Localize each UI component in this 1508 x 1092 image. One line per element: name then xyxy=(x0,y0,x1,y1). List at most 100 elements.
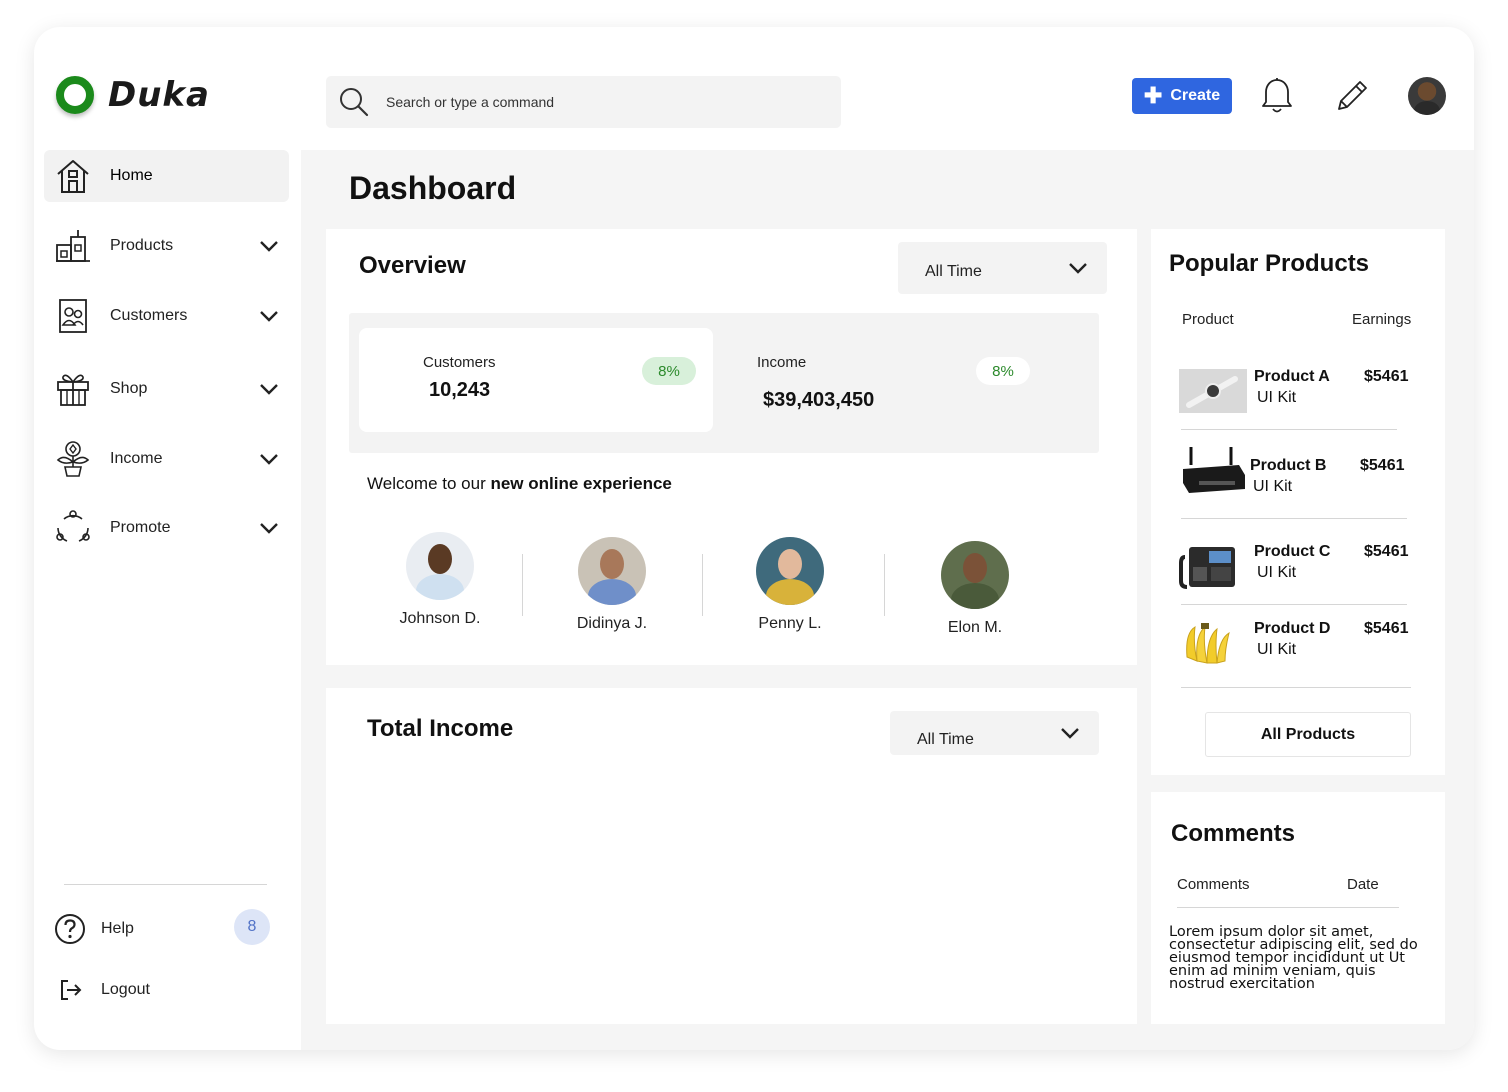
search-input[interactable] xyxy=(386,94,806,110)
sidebar-item-home[interactable]: Home xyxy=(44,150,289,202)
create-button[interactable]: ✚ Create xyxy=(1132,78,1232,114)
product-name: Product B xyxy=(1250,457,1327,474)
product-name: Product A xyxy=(1254,368,1330,385)
chevron-down-icon[interactable] xyxy=(258,239,280,253)
user-avatar[interactable] xyxy=(1408,77,1446,115)
column-header-comments: Comments xyxy=(1177,876,1250,893)
product-subtitle: UI Kit xyxy=(1257,389,1297,406)
divider xyxy=(1181,687,1411,688)
sidebar-item-label: Home xyxy=(110,167,153,184)
sidebar-item-label: Customers xyxy=(110,307,188,324)
logo[interactable]: Duka xyxy=(56,75,210,115)
divider xyxy=(522,554,523,616)
all-products-button[interactable]: All Products xyxy=(1205,712,1411,757)
divider xyxy=(1181,604,1407,605)
income-stat-value: $39,403,450 xyxy=(763,389,875,411)
chevron-down-icon[interactable] xyxy=(258,452,280,466)
search-icon xyxy=(340,88,369,117)
column-header-date: Date xyxy=(1347,876,1379,893)
member-didinya[interactable]: Didinya J. xyxy=(542,537,682,633)
member-name: Penny L. xyxy=(758,615,822,632)
overview-time-filter[interactable]: All Time xyxy=(898,242,1107,294)
product-earnings: $5461 xyxy=(1364,543,1409,560)
income-time-filter[interactable]: All Time xyxy=(890,711,1099,755)
dropdown-value: All Time xyxy=(917,731,974,748)
stats-panel: Customers 10,243 8% Income $39,403,450 8… xyxy=(349,313,1099,453)
popular-products-title: Popular Products xyxy=(1169,250,1370,277)
income-stat-label: Income xyxy=(757,354,807,371)
sidebar-item-customers[interactable]: Customers xyxy=(44,290,289,342)
divider xyxy=(1181,518,1407,519)
member-elon[interactable]: Elon M. xyxy=(905,541,1045,637)
sidebar-item-label: Income xyxy=(110,450,163,467)
sidebar-item-label: Products xyxy=(110,237,174,254)
product-name: Product C xyxy=(1254,543,1331,560)
divider xyxy=(884,554,885,616)
sidebar-item-logout[interactable]: Logout xyxy=(44,964,289,1016)
avatar xyxy=(578,537,646,605)
overview-card: Overview All Time Customers 10,243 8% In… xyxy=(326,229,1137,665)
chevron-down-icon[interactable] xyxy=(258,521,280,535)
home-icon xyxy=(57,160,89,193)
plus-icon: ✚ xyxy=(1143,83,1163,108)
avatar xyxy=(941,541,1009,609)
help-label: Help xyxy=(101,920,134,937)
welcome-message: Welcome to our new online experience xyxy=(367,474,672,494)
sidebar-item-shop[interactable]: Shop xyxy=(44,363,289,415)
customers-change-badge: 8% xyxy=(642,357,696,385)
customers-stat-card: Customers 10,243 8% xyxy=(359,328,713,432)
chevron-down-icon xyxy=(1069,263,1087,274)
member-name: Didinya J. xyxy=(576,615,648,632)
logo-text: Duka xyxy=(108,75,210,115)
dropdown-value: All Time xyxy=(925,263,982,280)
comments-title: Comments xyxy=(1171,820,1296,847)
sidebar-item-promote[interactable]: Promote xyxy=(44,502,289,554)
member-name: Johnson D. xyxy=(399,610,481,627)
banana-product-image xyxy=(1186,623,1230,664)
member-johnson[interactable]: Johnson D. xyxy=(370,532,510,628)
product-subtitle: UI Kit xyxy=(1257,641,1297,658)
chevron-down-icon[interactable] xyxy=(258,382,280,396)
income-change-badge: 8% xyxy=(976,357,1030,385)
logout-label: Logout xyxy=(101,981,150,998)
column-header-earnings: Earnings xyxy=(1352,311,1412,328)
app-window: Duka ✚ Create Home xyxy=(34,27,1474,1050)
avatar xyxy=(756,537,824,605)
sidebar-item-label: Promote xyxy=(110,519,171,536)
product-earnings: $5461 xyxy=(1364,620,1409,637)
logout-icon xyxy=(61,980,82,1000)
member-penny[interactable]: Penny L. xyxy=(720,537,860,633)
customers-icon xyxy=(59,299,87,333)
welcome-prefix: Welcome to our xyxy=(367,474,491,493)
search-bar[interactable] xyxy=(326,76,841,128)
avatar xyxy=(406,532,474,600)
comments-card: Comments Comments Date Lorem ipsum dolor… xyxy=(1151,792,1445,1024)
total-income-card: Total Income All Time xyxy=(326,688,1137,1024)
divider xyxy=(702,554,703,616)
product-subtitle: UI Kit xyxy=(1257,564,1297,581)
sidebar-item-products[interactable]: Products xyxy=(44,220,289,272)
welcome-highlight: new online experience xyxy=(490,474,672,493)
help-icon xyxy=(55,914,85,944)
watch-product-image xyxy=(1179,369,1247,413)
bell-icon[interactable] xyxy=(1260,77,1294,115)
customers-stat-label: Customers xyxy=(423,354,496,371)
gift-icon xyxy=(57,374,89,406)
product-name: Product D xyxy=(1254,620,1331,637)
member-name: Elon M. xyxy=(947,619,1003,636)
customers-stat-value: 10,243 xyxy=(429,379,491,401)
logo-icon xyxy=(56,76,94,114)
product-earnings: $5461 xyxy=(1360,457,1405,474)
product-subtitle: UI Kit xyxy=(1253,478,1293,495)
sidebar-item-label: Shop xyxy=(110,380,148,397)
divider xyxy=(1177,907,1399,908)
money-plant-icon xyxy=(56,441,90,477)
sidebar-item-income[interactable]: Income xyxy=(44,433,289,485)
page-title: Dashboard xyxy=(349,170,517,206)
comment-text: Lorem ipsum dolor sit amet, consectetur … xyxy=(1169,924,1418,992)
chevron-down-icon[interactable] xyxy=(258,309,280,323)
create-label: Create xyxy=(1170,87,1221,104)
product-earnings: $5461 xyxy=(1364,368,1409,385)
router-product-image xyxy=(1183,447,1245,493)
pencil-icon[interactable] xyxy=(1333,77,1371,115)
